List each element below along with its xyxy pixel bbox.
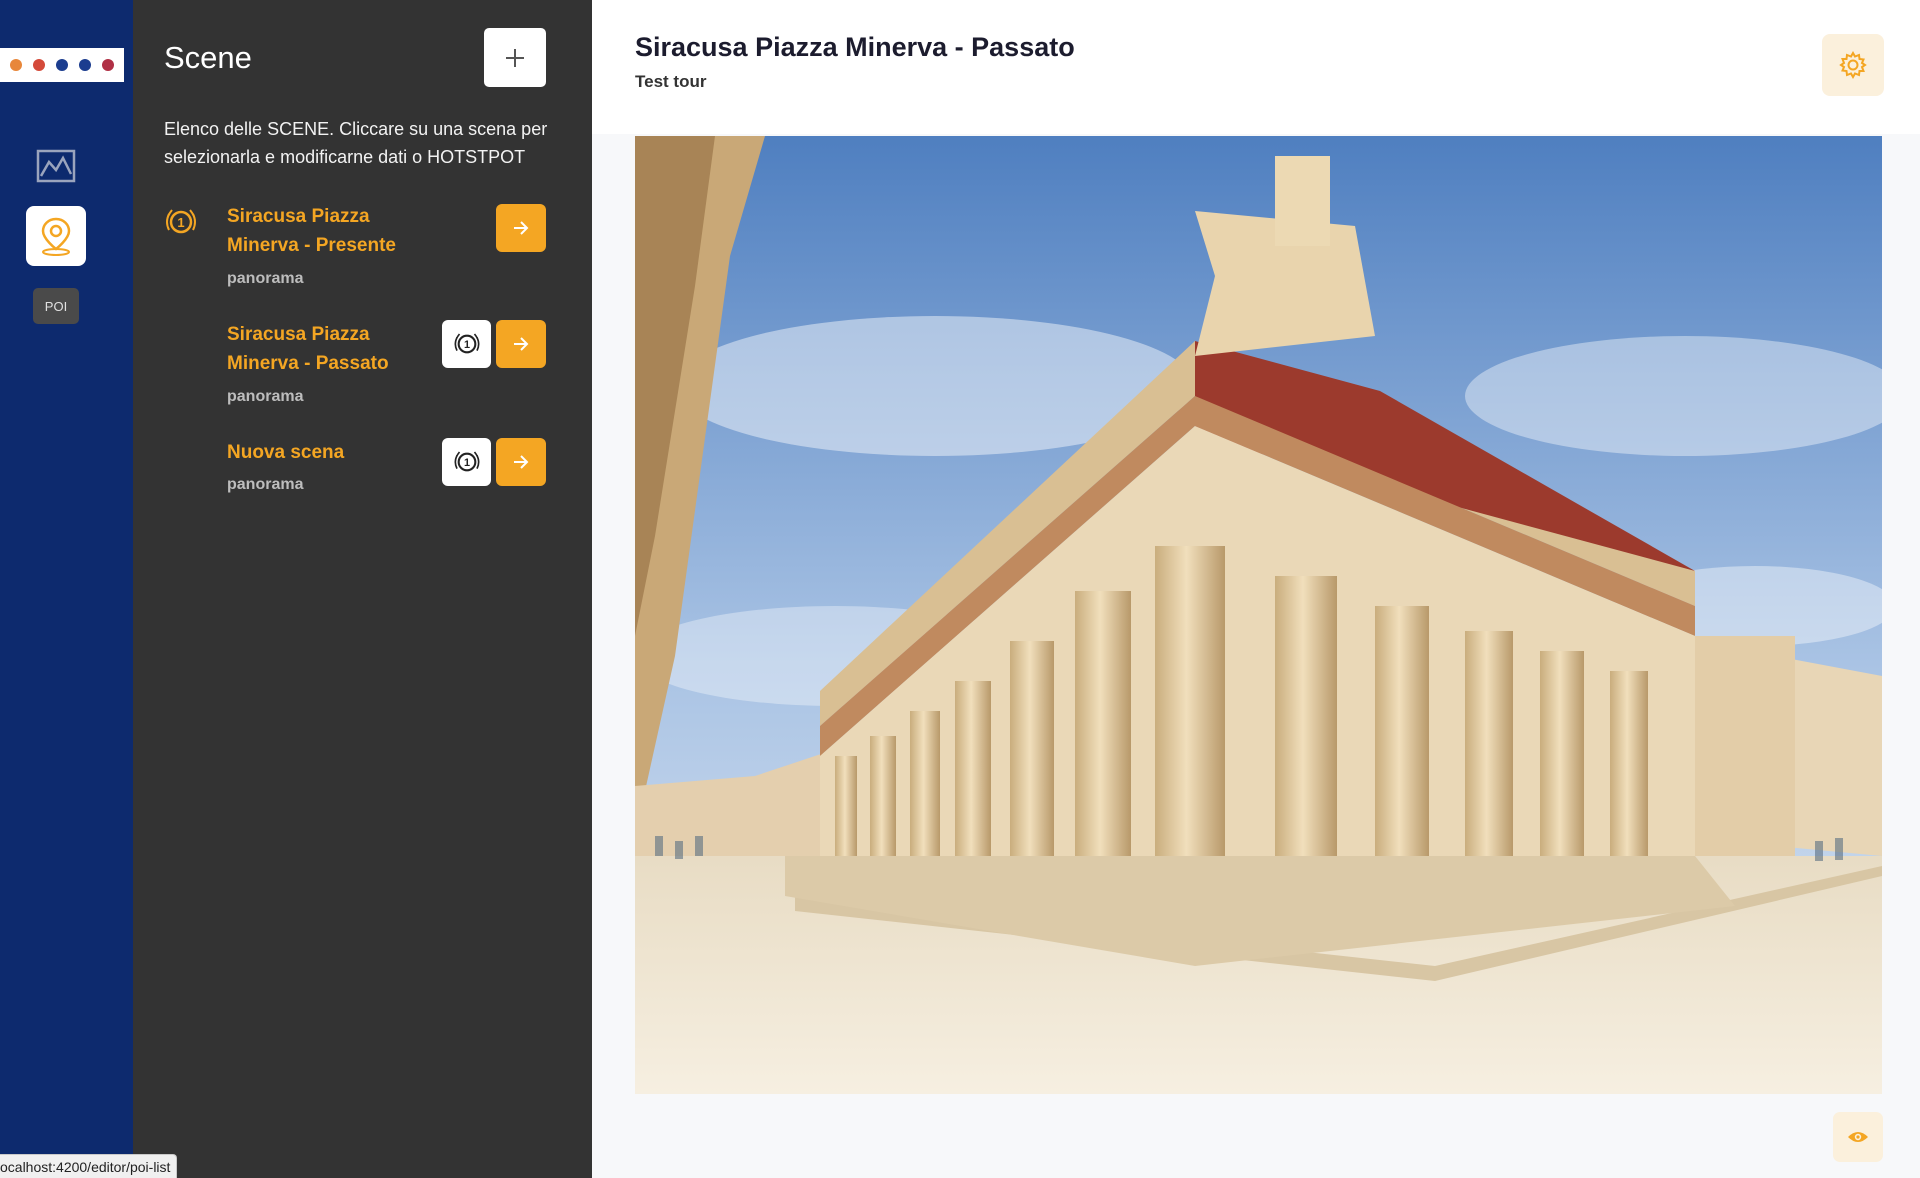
eye-icon bbox=[1848, 1132, 1868, 1142]
arrow-right-icon bbox=[514, 221, 529, 235]
panorama-viewer[interactable] bbox=[635, 136, 1882, 1094]
tour-subtitle: Test tour bbox=[635, 72, 707, 91]
arrow-right-icon bbox=[514, 455, 529, 469]
scene-type: panorama bbox=[227, 476, 304, 493]
nav-gallery-button[interactable] bbox=[26, 136, 86, 196]
scene-type: panorama bbox=[227, 270, 304, 287]
gear-icon bbox=[1839, 50, 1867, 80]
settings-button[interactable] bbox=[1822, 34, 1884, 96]
add-scene-button[interactable] bbox=[484, 28, 546, 87]
page-title: Siracusa Piazza Minerva - Passato bbox=[635, 32, 1075, 62]
image-gallery-icon bbox=[36, 149, 76, 183]
open-scene-button[interactable] bbox=[496, 438, 546, 486]
preview-button[interactable] bbox=[1833, 1112, 1883, 1162]
svg-text:1: 1 bbox=[177, 215, 184, 230]
open-scene-button[interactable] bbox=[496, 204, 546, 252]
main-area: Siracusa Piazza Minerva - Passato Test t… bbox=[592, 0, 1920, 1178]
set-first-scene-button[interactable]: 1 bbox=[442, 438, 491, 486]
status-bar-url: ocalhost:4200/editor/poi-list bbox=[0, 1154, 178, 1178]
first-scene-badge-icon: 1 bbox=[161, 202, 201, 242]
first-scene-badge-icon: 1 bbox=[454, 451, 479, 472]
set-first-scene-button[interactable]: 1 bbox=[442, 320, 491, 368]
scene-name: Siracusa Piazza Minerva - Passato bbox=[227, 324, 389, 374]
panel-description: Elenco delle SCENE. Cliccare su una scen… bbox=[164, 119, 548, 167]
panel-title: Scene bbox=[164, 40, 252, 75]
open-scene-button[interactable] bbox=[496, 320, 546, 368]
nav-poi-button[interactable] bbox=[26, 206, 86, 266]
plus-icon bbox=[506, 48, 524, 67]
left-nav: POI bbox=[0, 0, 133, 1178]
scene-name: Siracusa Piazza Minerva - Presente bbox=[227, 206, 396, 256]
arrow-right-icon bbox=[514, 337, 529, 351]
svg-text:1: 1 bbox=[463, 339, 469, 351]
scene-type: panorama bbox=[227, 388, 304, 405]
scene-name: Nuova scena bbox=[227, 442, 345, 463]
poi-tooltip: POI bbox=[33, 288, 79, 324]
map-pin-icon bbox=[41, 217, 71, 256]
svg-text:1: 1 bbox=[463, 457, 469, 469]
first-scene-badge-icon: 1 bbox=[454, 333, 479, 354]
panorama-image bbox=[635, 136, 1882, 1094]
scene-panel: Scene Elenco delle SCENE. Cliccare su un… bbox=[133, 0, 592, 1178]
project-logo bbox=[0, 48, 124, 82]
